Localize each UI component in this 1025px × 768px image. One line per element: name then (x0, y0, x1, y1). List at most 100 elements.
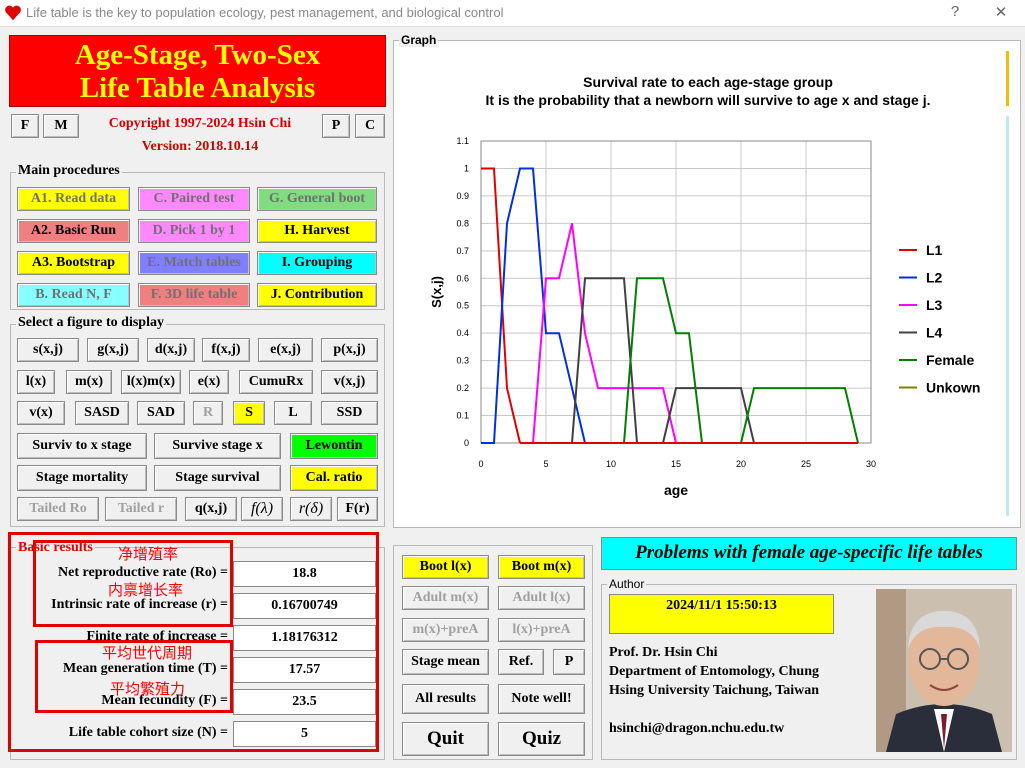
figure-button-g-x-j-[interactable]: g(x,j) (87, 338, 139, 362)
proc-button-4[interactable]: D. Pick 1 by 1 (138, 219, 250, 243)
proc-button-10[interactable]: F. 3D life table (138, 283, 250, 307)
figure-button-ssd[interactable]: SSD (321, 401, 378, 425)
figure-button-p-x-j-[interactable]: p(x,j) (321, 338, 378, 362)
y-tick-label: 0 (464, 438, 469, 448)
figure-button-sad[interactable]: SAD (137, 401, 185, 425)
x-tick-label: 10 (606, 459, 616, 469)
y-tick-label: 0.5 (456, 301, 469, 311)
y-tick-label: 1 (464, 163, 469, 173)
figure-button-r-[interactable]: r(δ) (290, 497, 332, 521)
proc-button-9[interactable]: B. Read N, F (17, 283, 130, 307)
proc-button-7[interactable]: E. Match tables (138, 251, 250, 275)
figure-button-e-x-j-[interactable]: e(x,j) (258, 338, 313, 362)
figure-button-l-x-[interactable]: l(x) (17, 370, 55, 394)
x-tick-label: 15 (671, 459, 681, 469)
result-label-3: Mean generation time (T) = (62, 661, 228, 676)
cal-ratio-button[interactable]: Cal. ratio (290, 465, 378, 491)
figure-button-s[interactable]: S (233, 401, 265, 425)
note-mean-fecundity: 平均繁殖力 (110, 680, 186, 698)
proc-button-8[interactable]: I. Grouping (257, 251, 377, 275)
p-button[interactable]: P (322, 114, 350, 138)
adult-lx-button[interactable]: Adult l(x) (498, 586, 585, 610)
proc-button-3[interactable]: A2. Basic Run (17, 219, 130, 243)
figure-button-l[interactable]: L (274, 401, 312, 425)
surviv-to-x-stage-button[interactable]: Surviv to x stage (17, 433, 147, 459)
result-value-3: 17.57 (233, 657, 376, 683)
figure-button-f-x-j-[interactable]: f(x,j) (202, 338, 250, 362)
figure-button-tailed-ro[interactable]: Tailed Ro (17, 497, 99, 521)
proc-button-0[interactable]: A1. Read data (17, 187, 130, 211)
x-tick-label: 20 (736, 459, 746, 469)
figure-button-f-[interactable]: f(λ) (241, 497, 283, 521)
ref-button[interactable]: Ref. (498, 649, 544, 675)
app-title-line2: Life Table Analysis (79, 72, 316, 104)
note-well-button[interactable]: Note well! (498, 684, 585, 714)
all-results-button[interactable]: All results (402, 684, 489, 714)
figure-button-r[interactable]: R (193, 401, 223, 425)
figure-button-v-x-j-[interactable]: v(x,j) (321, 370, 378, 394)
y-tick-label: 0.1 (456, 411, 469, 421)
problems-banner[interactable]: Problems with female age-specific life t… (601, 537, 1017, 570)
legend-label-l3: L3 (926, 297, 943, 313)
x-tick-label: 30 (866, 459, 876, 469)
window-title: Life table is the key to population ecol… (26, 5, 504, 20)
y-tick-label: 0.9 (456, 191, 469, 201)
p2-button[interactable]: P (553, 649, 585, 675)
stage-survival-button[interactable]: Stage survival (154, 465, 281, 491)
proc-button-11[interactable]: J. Contribution (257, 283, 377, 307)
stage-mean-button[interactable]: Stage mean (402, 649, 489, 675)
quiz-button[interactable]: Quiz (498, 722, 585, 756)
figure-button-tailed-r[interactable]: Tailed r (105, 497, 177, 521)
proc-button-5[interactable]: H. Harvest (257, 219, 377, 243)
copyright: Copyright 1997-2024 Hsin Chi (108, 116, 292, 131)
figure-button-e-x-[interactable]: e(x) (189, 370, 229, 394)
close-icon[interactable]: ✕ (986, 3, 1016, 21)
y-tick-label: 0.4 (456, 328, 469, 338)
stage-mortality-button[interactable]: Stage mortality (17, 465, 147, 491)
boot-lx-button[interactable]: Boot l(x) (402, 555, 489, 579)
chart-svg: 0 0.1 0.2 0.3 0.4 0.5 0.6 0.7 0.8 0.9 1 1.1 0 5 10 15 20… (429, 136, 980, 498)
author-name: Prof. Dr. Hsin Chi (609, 645, 718, 660)
quit-button[interactable]: Quit (402, 722, 489, 756)
lx-prea-button[interactable]: l(x)+preA (498, 618, 585, 642)
figure-button-v-x-[interactable]: v(x) (17, 401, 65, 425)
author-title: Author (607, 577, 647, 591)
window-title-bar: Life table is the key to population ecol… (0, 0, 1025, 27)
f-button[interactable]: F (11, 114, 39, 138)
mx-prea-button[interactable]: m(x)+preA (402, 618, 489, 642)
author-dept-2: Hsing University Taichung, Taiwan (609, 683, 820, 698)
m-button[interactable]: M (43, 114, 79, 138)
y-tick-label: 0.3 (456, 356, 469, 366)
figure-button-m-x-[interactable]: m(x) (66, 370, 112, 394)
lewontin-button[interactable]: Lewontin (290, 433, 378, 459)
figure-button-sasd[interactable]: SASD (75, 401, 129, 425)
author-info: Prof. Dr. Hsin Chi Department of Entomol… (609, 643, 819, 738)
proc-button-6[interactable]: A3. Bootstrap (17, 251, 130, 275)
y-tick-label: 0.7 (456, 246, 469, 256)
result-value-0: 18.8 (233, 561, 376, 587)
figure-button-l-x-m-x-[interactable]: l(x)m(x) (121, 370, 181, 394)
figure-button-f-r-[interactable]: F(r) (337, 497, 378, 521)
proc-button-2[interactable]: G. General boot (257, 187, 377, 211)
figure-button-cumurx[interactable]: CumuRx (239, 370, 313, 394)
survive-stage-x-button[interactable]: Survive stage x (154, 433, 281, 459)
app-title: Age-Stage, Two-Sex Life Table Analysis (9, 35, 386, 107)
proc-button-1[interactable]: C. Paired test (138, 187, 250, 211)
scroll-marker-2 (1006, 116, 1009, 516)
version: Version: 2018.10.14 (141, 139, 259, 154)
adult-mx-button[interactable]: Adult m(x) (402, 586, 489, 610)
boot-mx-button[interactable]: Boot m(x) (498, 555, 585, 579)
result-value-2: 1.18176312 (233, 625, 376, 651)
help-icon[interactable]: ? (940, 3, 970, 20)
result-value-5: 5 (233, 721, 376, 747)
c-button[interactable]: C (355, 114, 385, 138)
figure-button-q-x-j-[interactable]: q(x,j) (185, 497, 237, 521)
author-dept-1: Department of Entomology, Chung (609, 664, 820, 679)
y-axis-label: S(x,j) (429, 276, 444, 308)
main-procedures-title: Main procedures (16, 163, 122, 179)
result-value-1: 0.16700749 (233, 593, 376, 619)
figure-button-d-x-j-[interactable]: d(x,j) (147, 338, 195, 362)
figure-button-s-x-j-[interactable]: s(x,j) (17, 338, 79, 362)
portrait-image (876, 589, 1012, 752)
datetime-box: 2024/11/1 15:50:13 (609, 594, 834, 634)
